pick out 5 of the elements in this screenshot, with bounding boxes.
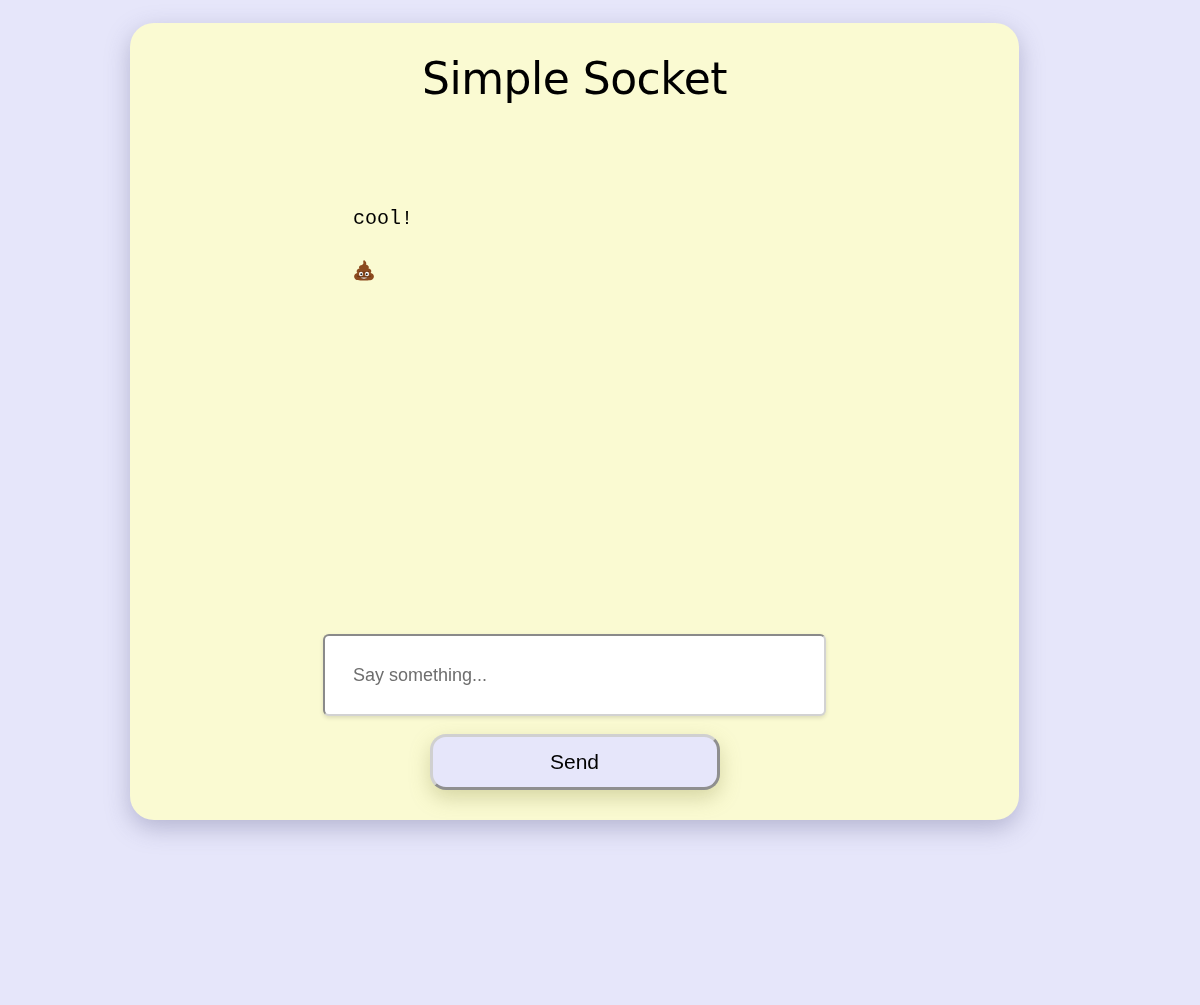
send-button[interactable]: Send bbox=[429, 734, 720, 790]
message-text: cool! bbox=[353, 206, 413, 231]
app-title: Simple Socket bbox=[422, 53, 727, 106]
message-input-field[interactable]: Say something... bbox=[323, 634, 826, 716]
poop-icon bbox=[353, 258, 375, 281]
